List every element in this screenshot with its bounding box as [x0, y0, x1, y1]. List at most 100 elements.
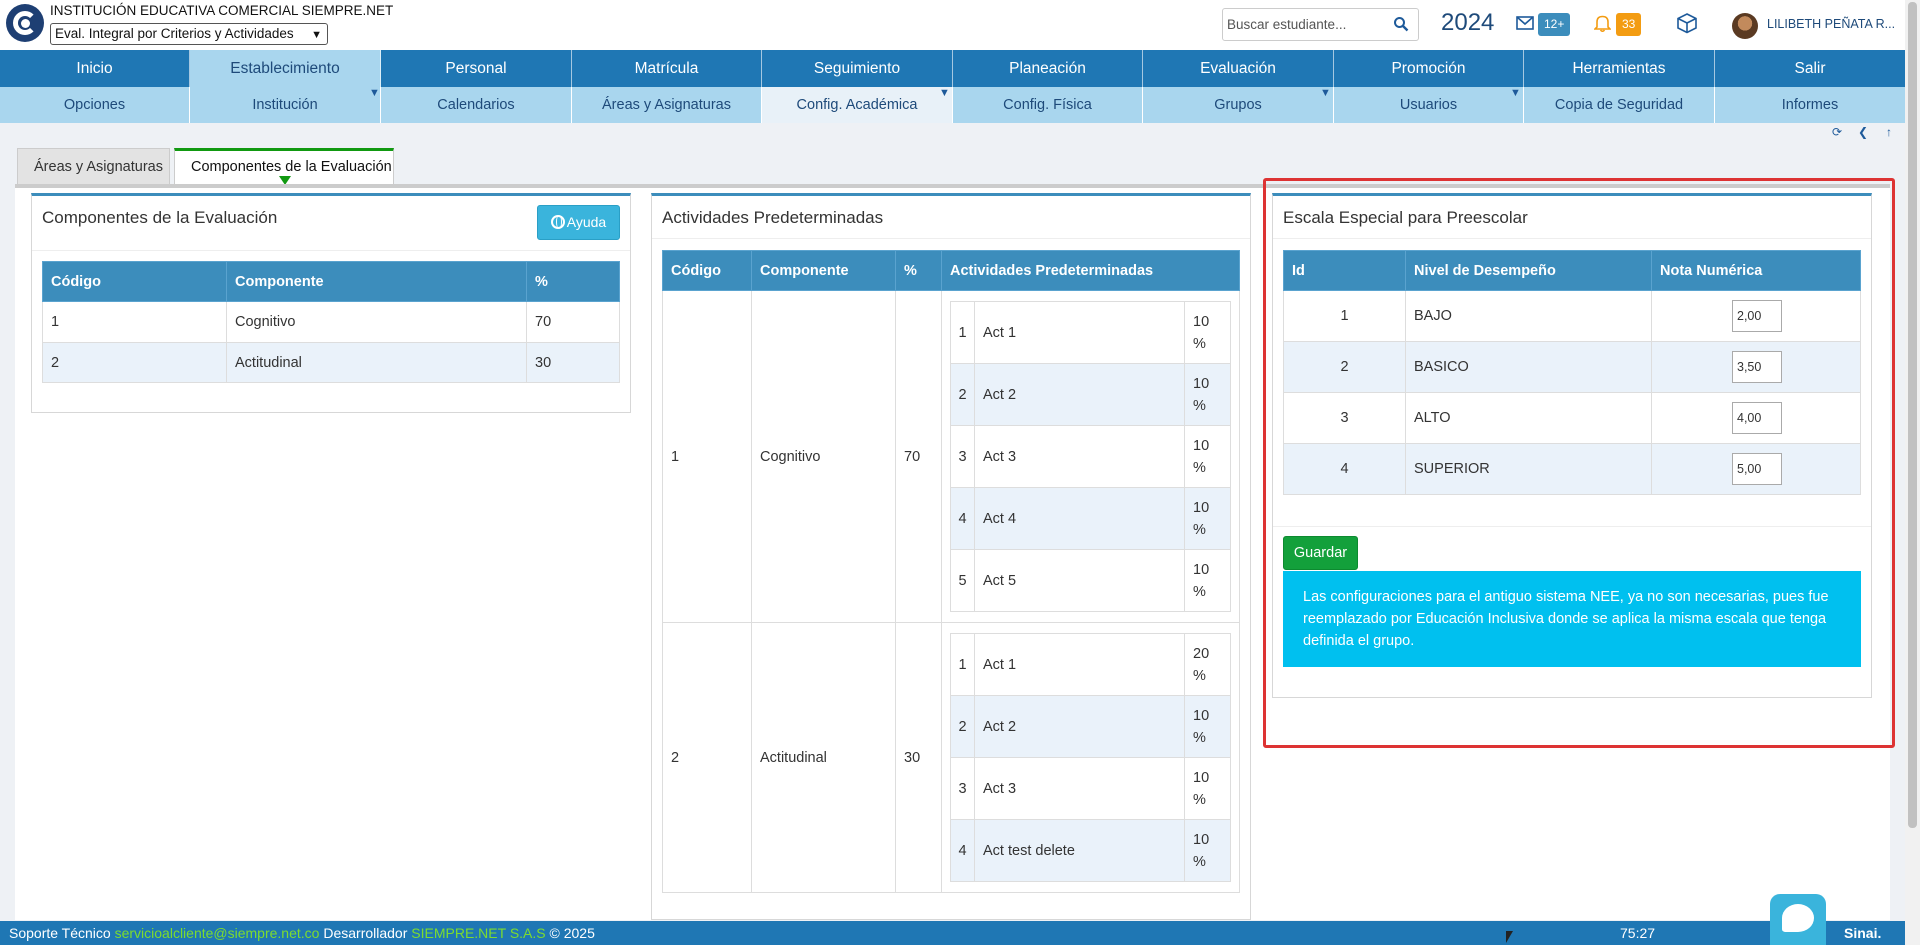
- table-header-row: Código Componente % Actividades Predeter…: [662, 250, 1240, 291]
- activities-table: Código Componente % Actividades Predeter…: [662, 250, 1240, 893]
- act-pct: 10 %: [1184, 425, 1231, 488]
- list-item: 3 Act 3 10 %: [950, 757, 1231, 820]
- footer-dev-name[interactable]: SIEMPRE.NET S.A.S: [411, 925, 545, 941]
- chevron-down-icon[interactable]: ▼: [369, 87, 380, 99]
- tab-areas-asignaturas[interactable]: Áreas y Asignaturas: [17, 148, 170, 185]
- list-item: 4 Act 4 10 %: [950, 487, 1231, 550]
- subnav-calendarios[interactable]: Calendarios: [381, 87, 572, 123]
- act-pct: 10 %: [1184, 695, 1231, 758]
- highlight-frame: [1263, 178, 1895, 748]
- act-num: 2: [950, 363, 975, 426]
- subnav-informes[interactable]: Informes: [1715, 87, 1905, 123]
- cell-code: 2: [662, 622, 752, 893]
- avatar[interactable]: [1732, 13, 1758, 39]
- act-num: 5: [950, 549, 975, 612]
- scrollbar-thumb[interactable]: [1908, 2, 1917, 828]
- nav-establecimiento[interactable]: Establecimiento: [190, 50, 381, 87]
- nav-herramientas[interactable]: Herramientas: [1524, 50, 1715, 87]
- subnav-config-academica[interactable]: Config. Académica: [762, 87, 953, 123]
- act-name: Act 1: [974, 301, 1185, 364]
- subnav-institucion[interactable]: Institución: [190, 87, 381, 123]
- act-name: Act 4: [974, 487, 1185, 550]
- page-scrollbar[interactable]: [1905, 0, 1920, 945]
- act-name: Act 1: [974, 633, 1185, 696]
- nav-salir[interactable]: Salir: [1715, 50, 1905, 87]
- list-item: 2 Act 2 10 %: [950, 695, 1231, 758]
- footer-copyright: © 2025: [549, 925, 595, 941]
- school-year[interactable]: 2024: [1441, 9, 1494, 37]
- subnav-config-fisica[interactable]: Config. Física: [953, 87, 1143, 123]
- chevron-down-icon[interactable]: ▼: [1320, 87, 1331, 99]
- nav-inicio[interactable]: Inicio: [0, 50, 190, 87]
- list-item: 5 Act 5 10 %: [950, 549, 1231, 612]
- components-panel-title: Componentes de la Evaluación: [42, 208, 278, 227]
- cell-pct: 70: [526, 301, 620, 343]
- chevron-down-icon[interactable]: ▼: [939, 87, 950, 99]
- table-row: 2 Actitudinal 30: [42, 342, 620, 383]
- top-header: INSTITUCIÓN EDUCATIVA COMERCIAL SIEMPRE.…: [0, 0, 1920, 50]
- col-codigo: Código: [662, 250, 752, 291]
- act-pct: 20 %: [1184, 633, 1231, 696]
- chat-icon[interactable]: [1770, 894, 1826, 945]
- cell-code: 1: [662, 290, 752, 623]
- bell-icon[interactable]: [1594, 14, 1611, 32]
- components-table: Código Componente % 1 Cognitivo 70 2 Act…: [42, 261, 620, 383]
- mail-icon[interactable]: [1516, 16, 1534, 30]
- search-icon[interactable]: [1393, 16, 1409, 32]
- notifications-badge[interactable]: 33: [1616, 13, 1642, 36]
- nav-matricula[interactable]: Matrícula: [572, 50, 762, 87]
- cell-component: Cognitivo: [226, 301, 527, 343]
- act-name: Act 2: [974, 695, 1185, 758]
- act-pct: 10 %: [1184, 487, 1231, 550]
- evaluation-mode-select[interactable]: Eval. Integral por Criterios y Actividad…: [50, 23, 328, 45]
- nav-evaluacion[interactable]: Evaluación: [1143, 50, 1334, 87]
- act-pct: 10 %: [1184, 301, 1231, 364]
- nav-seguimiento[interactable]: Seguimiento: [762, 50, 953, 87]
- list-item: 2 Act 2 10 %: [950, 363, 1231, 426]
- col-componente: Componente: [226, 261, 527, 302]
- subnav-grupos[interactable]: Grupos: [1143, 87, 1334, 123]
- subnav-areas-asignaturas[interactable]: Áreas y Asignaturas: [572, 87, 762, 123]
- messages-badge[interactable]: 12+: [1538, 13, 1571, 36]
- footer-dev-label: Desarrollador: [323, 925, 408, 941]
- nav-personal[interactable]: Personal: [381, 50, 572, 87]
- act-name: Act 5: [974, 549, 1185, 612]
- subnav-copia-seguridad[interactable]: Copia de Seguridad: [1524, 87, 1715, 123]
- chevron-down-icon[interactable]: ▼: [1510, 87, 1521, 99]
- subnav-usuarios[interactable]: Usuarios: [1334, 87, 1524, 123]
- help-button[interactable]: Ayuda: [537, 205, 620, 240]
- act-name: Act 2: [974, 363, 1185, 426]
- table-header-row: Código Componente %: [42, 261, 620, 302]
- activities-panel-title: Actividades Predeterminadas: [662, 208, 884, 227]
- refresh-icon[interactable]: ⟳: [1828, 123, 1846, 141]
- act-num: 2: [950, 695, 975, 758]
- globe-icon: [550, 215, 565, 229]
- list-item: 3 Act 3 10 %: [950, 425, 1231, 488]
- list-item: 4 Act test delete 10 %: [950, 819, 1231, 882]
- arrow-up-icon[interactable]: ↑: [1880, 123, 1898, 141]
- activities-subtable: 1 Act 1 20 % 2 Act 2 10 % 3 Act 3 10 % 4 Act te…: [950, 633, 1231, 882]
- list-item: 1 Act 1 10 %: [950, 301, 1231, 364]
- subnav-opciones[interactable]: Opciones: [0, 87, 190, 123]
- act-num: 3: [950, 425, 975, 488]
- act-name: Act test delete: [974, 819, 1185, 882]
- footer: Soporte Técnico servicioalcliente@siempr…: [0, 921, 1905, 945]
- table-row: 2 Actitudinal 30 1 Act 1 20 % 2 Act 2 10 % 3…: [662, 622, 1240, 893]
- activities-subtable: 1 Act 1 10 % 2 Act 2 10 % 3 Act 3 10 % 4 Act 41…: [950, 301, 1231, 612]
- nav-promocion[interactable]: Promoción: [1334, 50, 1524, 87]
- mode-select-value: Eval. Integral por Criterios y Actividad…: [55, 26, 294, 41]
- sub-nav: Opciones Institución ▼ Calendarios Áreas…: [0, 87, 1905, 123]
- search-input[interactable]: [1223, 9, 1388, 40]
- cube-icon[interactable]: [1676, 12, 1698, 34]
- back-icon[interactable]: ❮: [1854, 123, 1872, 141]
- main-nav: Inicio Establecimiento Personal Matrícul…: [0, 50, 1905, 87]
- col-actividades: Actividades Predeterminadas: [941, 250, 1240, 291]
- act-num: 4: [950, 819, 975, 882]
- logo-icon[interactable]: [6, 4, 44, 42]
- user-name[interactable]: LILIBETH PEÑATA R...: [1767, 17, 1895, 31]
- act-pct: 10 %: [1184, 549, 1231, 612]
- col-componente: Componente: [751, 250, 896, 291]
- footer-support-email[interactable]: servicioalcliente@siempre.net.co: [115, 925, 320, 941]
- act-name: Act 3: [974, 425, 1185, 488]
- nav-planeacion[interactable]: Planeación: [953, 50, 1143, 87]
